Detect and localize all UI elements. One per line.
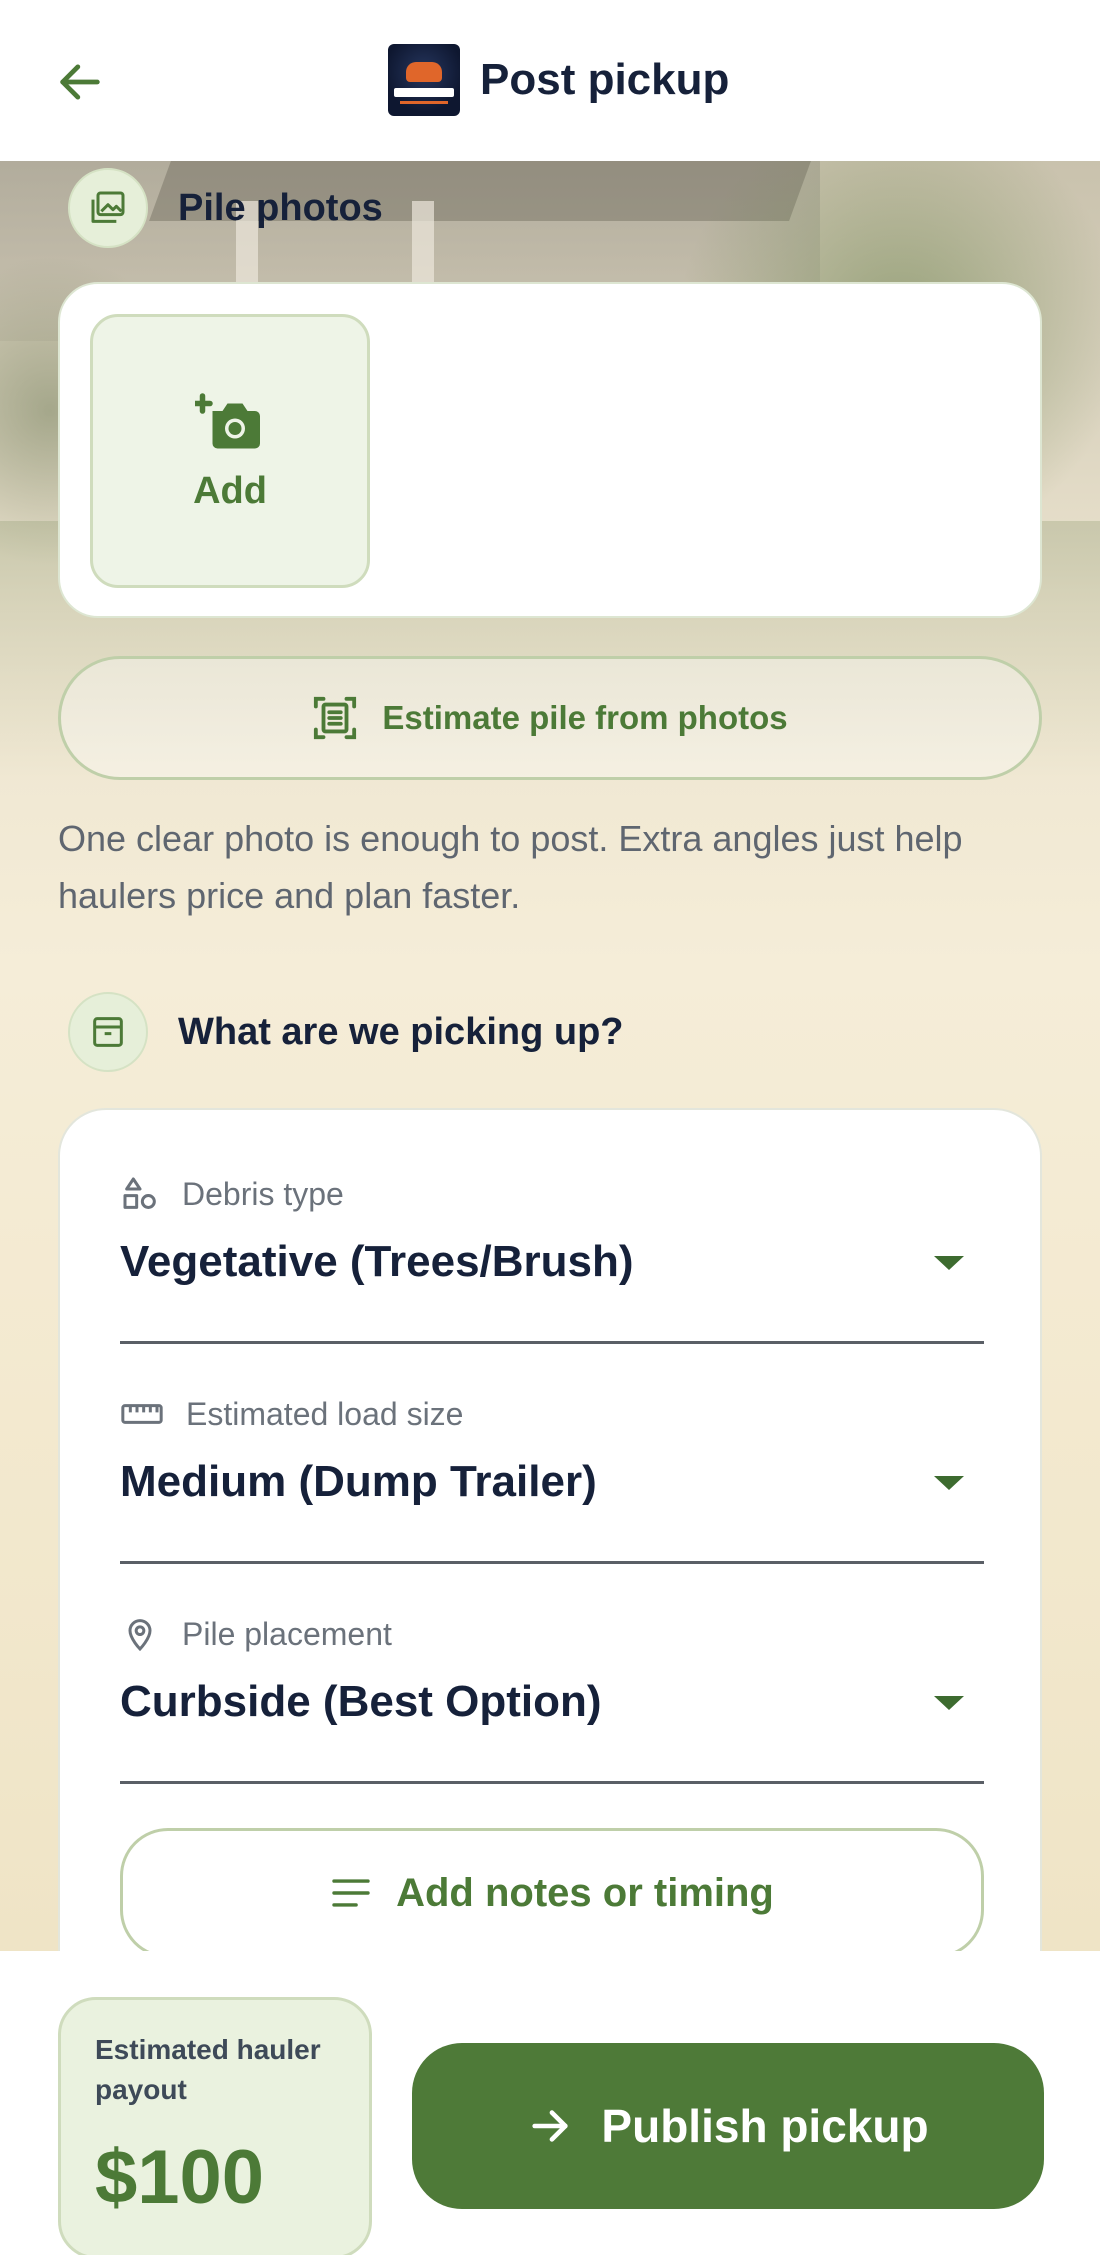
estimate-pile-button[interactable]: Estimate pile from photos	[58, 656, 1042, 780]
chevron-down-icon	[934, 1476, 964, 1490]
bottom-action-bar: Estimated hauler payout $100 Publish pic…	[0, 1951, 1100, 2255]
arrow-right-icon	[532, 2110, 569, 2142]
picking-up-title: What are we picking up?	[178, 1010, 624, 1053]
load-size-label: Estimated load size	[186, 1395, 464, 1432]
arrow-left-icon	[60, 64, 100, 100]
add-notes-button[interactable]: Add notes or timing	[120, 1828, 984, 1958]
debris-type-value: Vegetative (Trees/Brush)	[120, 1237, 634, 1286]
add-photo-button[interactable]: Add	[90, 314, 370, 588]
photo-card: Add	[58, 282, 1042, 618]
pickup-details-card: Debris type Vegetative (Trees/Brush) Est…	[58, 1108, 1042, 2008]
debris-type-select[interactable]: Debris type Vegetative (Trees/Brush)	[120, 1172, 984, 1344]
add-notes-label: Add notes or timing	[396, 1870, 774, 1915]
app-bar: Post pickup	[0, 0, 1100, 161]
back-button[interactable]	[48, 50, 112, 114]
load-size-select[interactable]: Estimated load size Medium (Dump Trailer…	[120, 1392, 984, 1564]
map-pin-icon	[128, 1619, 152, 1652]
shapes-icon	[123, 1177, 156, 1209]
pile-placement-select[interactable]: Pile placement Curbside (Best Option)	[120, 1612, 984, 1784]
chevron-down-icon	[934, 1256, 964, 1270]
debrisdash-logo	[388, 44, 460, 116]
page-title: Post pickup	[480, 55, 730, 104]
photo-hint-text: One clear photo is enough to post. Extra…	[58, 818, 963, 916]
payout-card: Estimated hauler payout $100	[58, 1997, 372, 2255]
publish-pickup-button[interactable]: Publish pickup	[412, 2043, 1044, 2209]
payout-label: Estimated hauler payout	[95, 2034, 321, 2105]
image-icon	[68, 168, 148, 248]
estimate-pile-label: Estimate pile from photos	[382, 699, 788, 736]
add-photo-label: Add	[193, 469, 267, 512]
pile-placement-label: Pile placement	[182, 1615, 392, 1652]
pile-photos-header: Pile photos	[68, 168, 383, 248]
debris-type-label: Debris type	[182, 1175, 344, 1212]
load-size-value: Medium (Dump Trailer)	[120, 1457, 597, 1506]
pile-placement-value: Curbside (Best Option)	[120, 1677, 602, 1726]
pile-photos-title: Pile photos	[178, 186, 383, 229]
scan-document-icon	[314, 696, 357, 740]
payout-value: $100	[95, 2135, 265, 2220]
archive-box-icon	[68, 992, 148, 1072]
notes-lines-icon	[332, 1879, 370, 1907]
publish-pickup-label: Publish pickup	[601, 2100, 929, 2152]
picking-up-header: What are we picking up?	[68, 992, 624, 1072]
camera-plus-icon	[195, 392, 260, 448]
ruler-icon	[121, 1404, 163, 1424]
chevron-down-icon	[934, 1696, 964, 1710]
